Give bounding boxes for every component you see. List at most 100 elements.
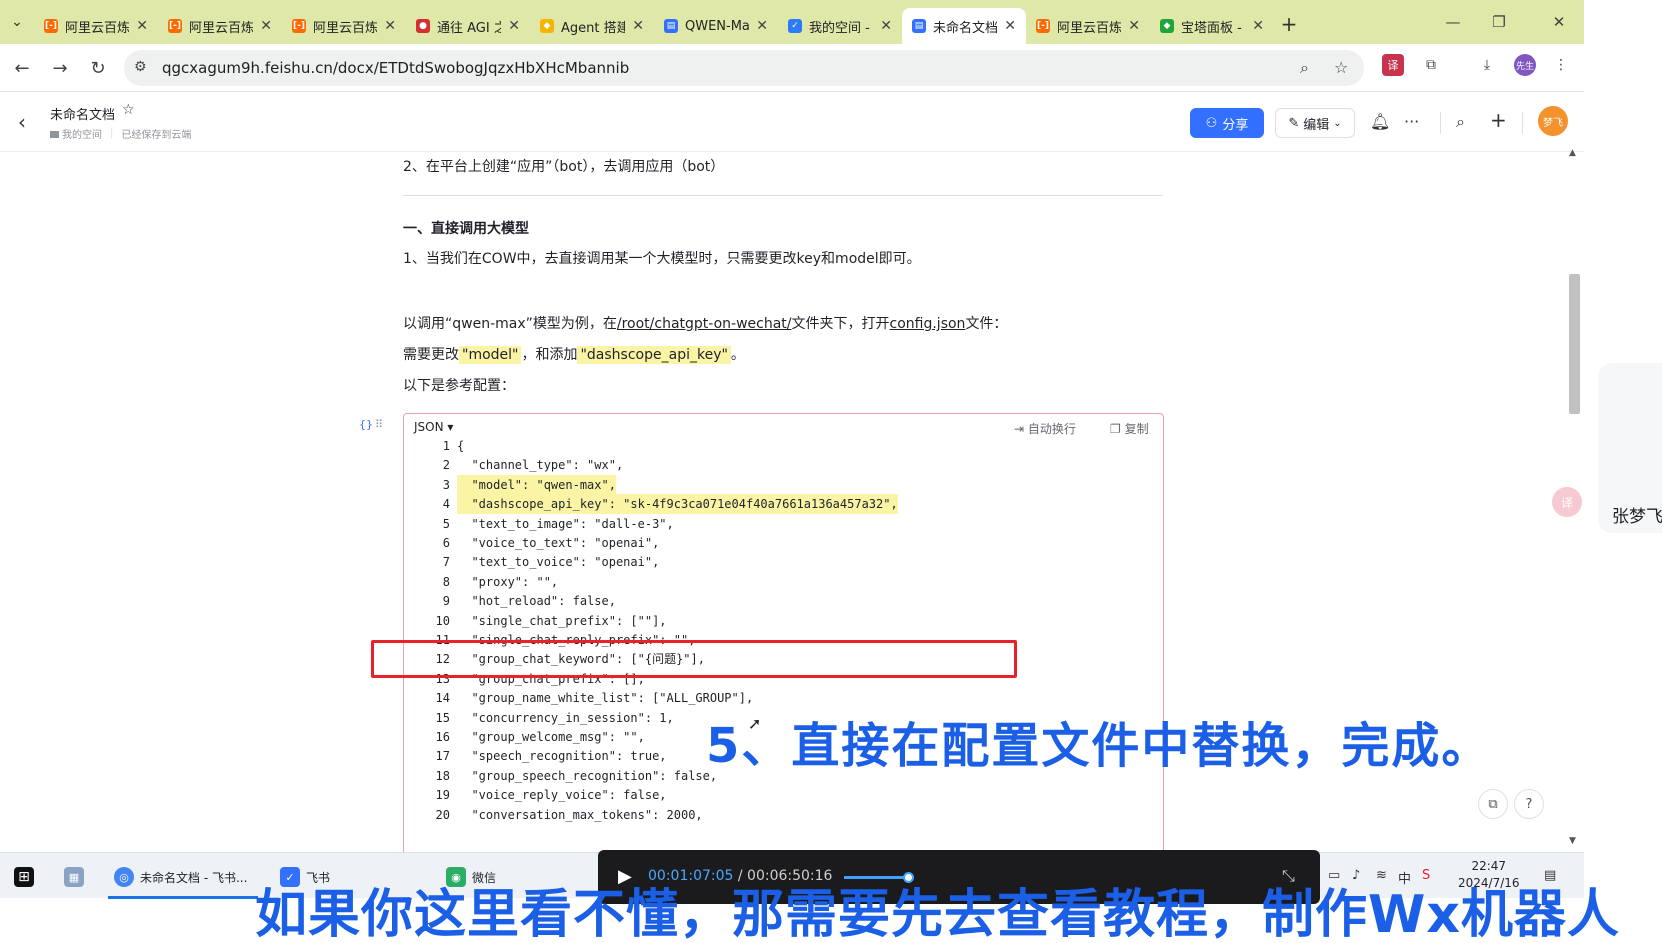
screen: ⌄ [-] 阿里云百炼 ✕ [-] 阿里云百炼 ✕ [-] 阿里云百炼 ✕ ● 通往 AGI 之 ✕ ◆… <box>0 0 1662 943</box>
exit-fullscreen-icon[interactable]: ⤡ <box>1282 866 1295 886</box>
code-text[interactable]: "text_to_image": "dall-e-3", <box>457 514 673 534</box>
code-text[interactable]: "group_welcome_msg": "", <box>457 727 644 747</box>
code-text[interactable]: "single_chat_prefix": [""], <box>457 611 666 631</box>
browser-tab[interactable]: ✓ 我的空间 - ✕ <box>778 8 902 44</box>
code-text[interactable]: "model": "qwen-max", <box>457 474 616 495</box>
line-number: 6 <box>442 536 450 550</box>
code-text[interactable]: "voice_reply_voice": false, <box>457 785 666 805</box>
code-text[interactable]: "channel_type": "wx", <box>457 455 623 475</box>
code-text[interactable]: "group_speech_recognition": false, <box>457 766 717 786</box>
browser-tab[interactable]: [-] 阿里云百炼 ✕ <box>282 8 406 44</box>
battery-icon[interactable]: ▭ <box>1328 868 1340 883</box>
back-icon[interactable]: ← <box>4 50 40 86</box>
copy-code-button[interactable]: ❐ 复制 <box>1110 420 1149 437</box>
scrollbar-thumb[interactable] <box>1569 274 1580 414</box>
tab-close-icon[interactable]: ✕ <box>880 18 892 34</box>
browser-tab[interactable]: ◆ Agent 搭建 ✕ <box>530 8 654 44</box>
path-link[interactable]: /root/chatgpt-on-wechat/ <box>617 316 792 332</box>
code-text[interactable]: "voice_to_text": "openai", <box>457 533 659 553</box>
tab-close-icon[interactable]: ✕ <box>1128 18 1140 34</box>
browser-tab[interactable]: ● 通往 AGI 之 ✕ <box>406 8 530 44</box>
tab-close-icon[interactable]: ✕ <box>136 18 148 34</box>
scroll-up-icon[interactable]: ▲ <box>1569 148 1576 158</box>
code-block: JSON ▾ ⇥ 自动换行 ❐ 复制 1{2 "channel_type": "… <box>403 413 1164 863</box>
tab-close-icon[interactable]: ✕ <box>1004 18 1016 34</box>
player-progress-track[interactable] <box>844 872 915 883</box>
user-avatar[interactable]: 梦飞 <box>1538 106 1568 136</box>
browser-tab[interactable]: ▤ 未命名文档 ✕ <box>902 8 1026 44</box>
config-file-link[interactable]: config.json <box>890 316 966 332</box>
scroll-down-icon[interactable]: ▼ <box>1569 836 1576 846</box>
player-progress-knob[interactable] <box>903 872 915 883</box>
tab-close-icon[interactable]: ✕ <box>632 18 644 34</box>
code-line: 3 "model": "qwen-max", <box>404 474 1163 495</box>
tab-close-icon[interactable]: ✕ <box>508 18 520 34</box>
doc-body: 2、在平台上创建“应用”（bot），去调用应用（bot） 一、直接调用大模型 1… <box>0 152 1584 863</box>
tab-favicon-icon: ▤ <box>912 19 926 33</box>
code-text[interactable]: "hot_reload": false, <box>457 591 616 611</box>
code-block-handle[interactable]: {} ⠿ <box>358 414 384 434</box>
search-icon[interactable]: ⌕ <box>1456 112 1465 132</box>
code-text[interactable]: "proxy": "", <box>457 572 558 592</box>
site-settings-icon[interactable]: ⚙ <box>134 59 147 75</box>
wifi-icon[interactable]: ≋ <box>1376 868 1387 883</box>
browser-tab[interactable]: [-] 阿里云百炼 ✕ <box>1026 8 1150 44</box>
zoom-icon[interactable]: ⌕ <box>1300 58 1309 78</box>
breadcrumb-space[interactable]: 我的空间 <box>50 126 102 141</box>
code-text[interactable]: "text_to_voice": "openai", <box>457 552 659 572</box>
more-options-icon[interactable]: ··· <box>1404 112 1419 131</box>
profile-avatar[interactable]: 先生 <box>1514 54 1536 76</box>
tab-close-icon[interactable]: ✕ <box>384 18 396 34</box>
extensions-puzzle-icon[interactable]: ⧉ <box>1420 54 1442 76</box>
code-text[interactable]: "concurrency_in_session": 1, <box>457 708 673 728</box>
bookmark-star-icon[interactable]: ☆ <box>1334 58 1348 77</box>
doc-title[interactable]: 未命名文档 <box>50 104 115 123</box>
reload-icon[interactable]: ↻ <box>80 50 116 86</box>
folder-icon <box>50 131 59 138</box>
start-windows-icon[interactable]: ⊞ <box>14 863 34 891</box>
video-subtitle: 如果你这里看不懂，那需要先去查看教程，制作Wx机器人 <box>255 885 1620 943</box>
tab-close-icon[interactable]: ✕ <box>260 18 272 34</box>
code-text[interactable]: "speech_recognition": true, <box>457 746 666 766</box>
code-text[interactable]: "conversation_max_tokens": 2000, <box>457 805 702 825</box>
ime-s-icon[interactable]: S <box>1422 868 1430 883</box>
browser-tab[interactable]: [-] 阿里云百炼 ✕ <box>158 8 282 44</box>
volume-icon[interactable]: ♪ <box>1352 868 1360 883</box>
browser-tab[interactable]: ▤ QWEN-Max ✕ <box>654 8 778 44</box>
browser-tab[interactable]: ◆ 宝塔面板 - ✕ <box>1150 8 1274 44</box>
new-tab-icon[interactable]: + <box>1274 12 1304 36</box>
tab-favicon-icon: ▤ <box>664 19 678 33</box>
code-text[interactable]: { <box>457 436 464 456</box>
line-number: 14 <box>435 691 450 706</box>
help-icon[interactable]: ? <box>1514 789 1544 819</box>
share-button[interactable]: ⚇ 分享 <box>1190 108 1264 138</box>
browser-tab[interactable]: [-] 阿里云百炼 ✕ <box>34 8 158 44</box>
taskbar-chrome[interactable]: ◎ 未命名文档 - 飞书... <box>114 863 247 891</box>
translate-float-icon[interactable]: 译 <box>1552 487 1582 517</box>
code-text[interactable]: "dashscope_api_key": "sk-4f9c3ca071e04f4… <box>457 494 898 515</box>
line-number: 8 <box>442 574 450 589</box>
tab-close-icon[interactable]: ✕ <box>1252 18 1264 34</box>
download-icon[interactable]: ⤓ <box>1476 54 1498 76</box>
doc-back-icon[interactable]: ‹ <box>18 110 26 134</box>
close-window-icon[interactable]: ✕ <box>1536 0 1582 44</box>
browser-menu-icon[interactable]: ⋮ <box>1550 54 1572 76</box>
auto-wrap-toggle[interactable]: ⇥ 自动换行 <box>1014 420 1076 437</box>
code-language-select[interactable]: JSON ▾ <box>414 420 453 434</box>
edit-mode-button[interactable]: ✎ 编辑 ⌄ <box>1275 108 1355 138</box>
restore-icon[interactable]: ❐ <box>1476 0 1522 44</box>
forward-icon[interactable]: → <box>42 50 78 86</box>
translate-extension-icon[interactable]: 译 <box>1382 54 1404 76</box>
code-line: 1{ <box>404 436 1163 456</box>
tab-search-chevron-icon[interactable]: ⌄ <box>0 0 34 44</box>
tab-close-icon[interactable]: ✕ <box>756 18 768 34</box>
doc-outline-icon[interactable]: ⧉ <box>1478 789 1508 819</box>
add-icon[interactable]: + <box>1490 108 1507 132</box>
minimize-icon[interactable]: — <box>1430 0 1476 44</box>
favorite-star-icon[interactable]: ☆ <box>122 102 135 118</box>
notification-center-icon[interactable]: ▤ <box>1544 868 1556 883</box>
line-number: 15 <box>435 710 450 725</box>
address-bar[interactable]: ⚙ qgcxagum9h.feishu.cn/docx/ETDtdSwobogJ… <box>124 50 1364 86</box>
task-view-icon[interactable]: ▦ <box>64 863 84 891</box>
notification-bell-icon[interactable]: 🔔︎ <box>1370 112 1390 131</box>
